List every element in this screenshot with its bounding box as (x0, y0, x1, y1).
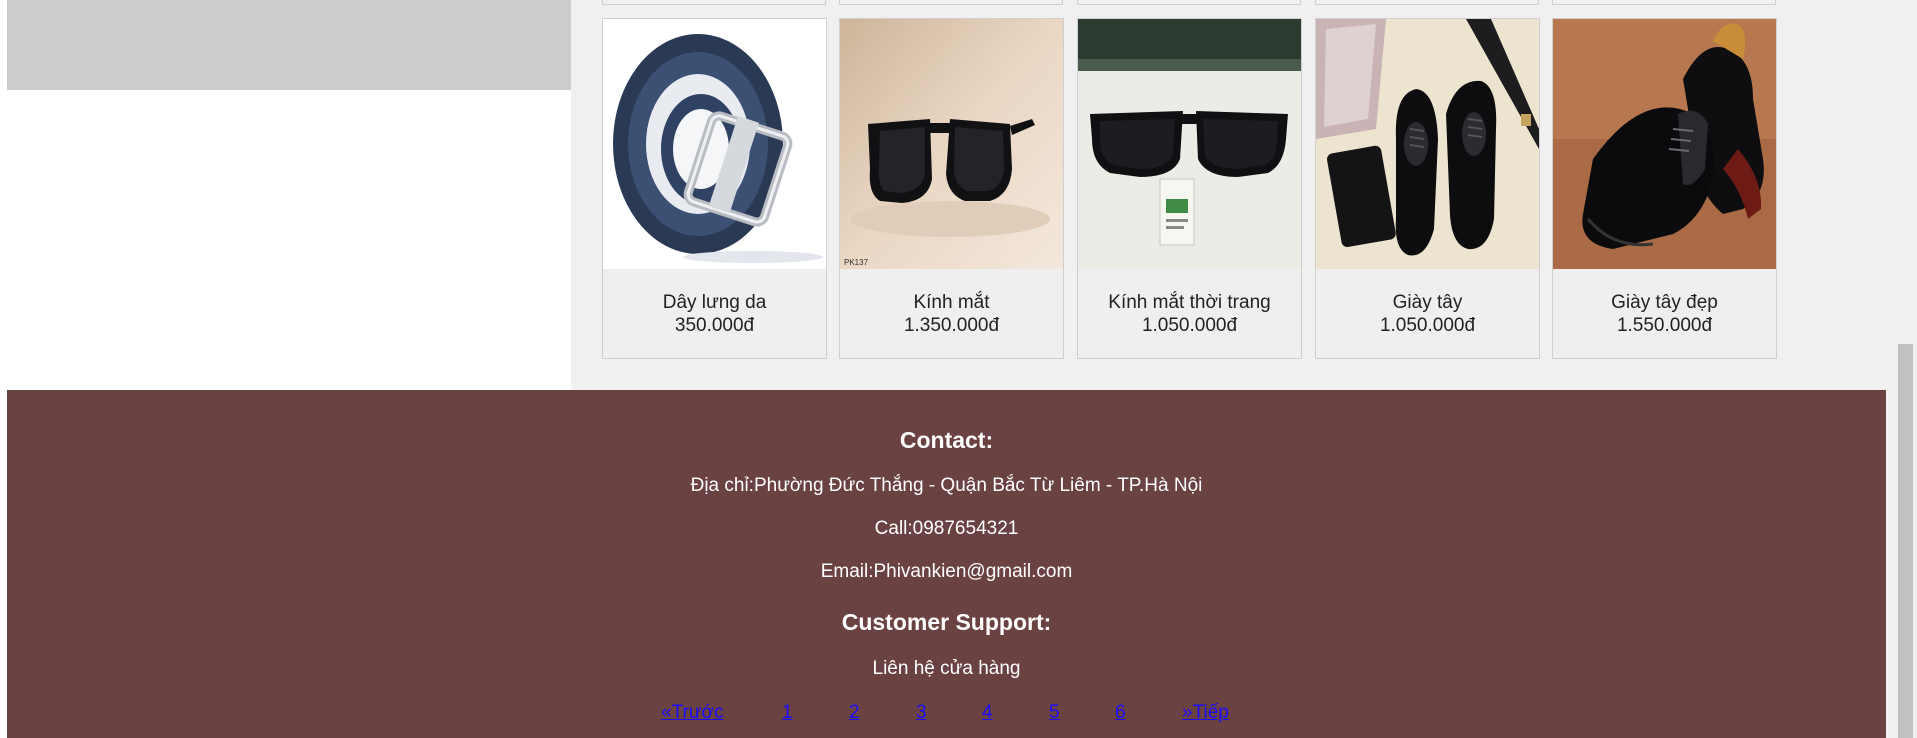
pagination-prev-link[interactable]: «Trước (661, 702, 723, 724)
product-name[interactable]: Kính mắt thời trang (1078, 292, 1301, 314)
pagination-page-3[interactable]: 3 (916, 702, 927, 724)
site-footer: Contact: Địa chỉ:Phường Đức Thắng - Quận… (7, 390, 1886, 738)
customer-support-heading: Customer Support: (841, 609, 1052, 635)
product-card[interactable]: Giày tây 1.050.000đ (1315, 18, 1540, 359)
product-card[interactable]: Giày tây đẹp 1.550.000đ (1552, 18, 1777, 359)
product-price: 1.350.000đ (903, 315, 1000, 336)
product-price: 1.050.000đ (1141, 315, 1238, 336)
shoes-with-wallet-image[interactable] (1316, 19, 1539, 269)
shoes-image[interactable] (1553, 19, 1776, 269)
product-price: 1.050.000đ (1379, 315, 1476, 336)
product-card[interactable]: PK137 Kính mắt 1.350.000đ (839, 18, 1064, 359)
product-price: 350.000đ (674, 315, 755, 336)
email-text: Email:Phivankien@gmail.com (820, 561, 1073, 582)
page: Dây lưng da 350.000đ PK137 Kính mắt 1.35… (0, 0, 1917, 738)
previous-card-edge (1315, 0, 1539, 5)
pagination-page-4[interactable]: 4 (982, 702, 993, 724)
previous-card-edge (602, 0, 826, 5)
support-text: Liên hệ cửa hàng (872, 658, 1021, 679)
vertical-scrollbar[interactable] (1886, 0, 1917, 738)
previous-card-edge (1552, 0, 1776, 5)
pagination-page-6[interactable]: 6 (1115, 702, 1126, 724)
product-card[interactable]: Dây lưng da 350.000đ (602, 18, 827, 359)
product-card[interactable]: Kính mắt thời trang 1.050.000đ (1077, 18, 1302, 359)
product-price: 1.550.000đ (1616, 315, 1713, 336)
contact-heading: Contact: (899, 427, 994, 453)
sunglasses-with-tag-image[interactable] (1078, 19, 1301, 269)
previous-card-edge (839, 0, 1063, 5)
product-name[interactable]: Giày tây (1316, 292, 1539, 314)
image-badge-text: PK137 (844, 258, 869, 267)
pagination-page-5[interactable]: 5 (1049, 702, 1060, 724)
previous-card-edge (1077, 0, 1301, 5)
phone-text: Call:0987654321 (874, 518, 1019, 539)
pagination-next-link[interactable]: »Tiếp (1182, 702, 1229, 724)
address-text: Địa chỉ:Phường Đức Thắng - Quận Bắc Từ L… (690, 475, 1203, 496)
pagination-page-1[interactable]: 1 (782, 702, 793, 724)
product-name[interactable]: Giày tây đẹp (1553, 292, 1776, 314)
pagination-page-2[interactable]: 2 (849, 702, 860, 724)
sidebar-panel (7, 0, 571, 90)
belt-image[interactable] (603, 19, 826, 269)
pagination: «Trước 1 2 3 4 5 6 »Tiếp (0, 702, 1917, 732)
scrollbar-thumb[interactable] (1898, 344, 1913, 738)
product-name[interactable]: Kính mắt (840, 292, 1063, 314)
sunglasses-image[interactable]: PK137 (840, 19, 1063, 269)
product-grid: Dây lưng da 350.000đ PK137 Kính mắt 1.35… (571, 0, 1886, 390)
product-name[interactable]: Dây lưng da (603, 292, 826, 314)
